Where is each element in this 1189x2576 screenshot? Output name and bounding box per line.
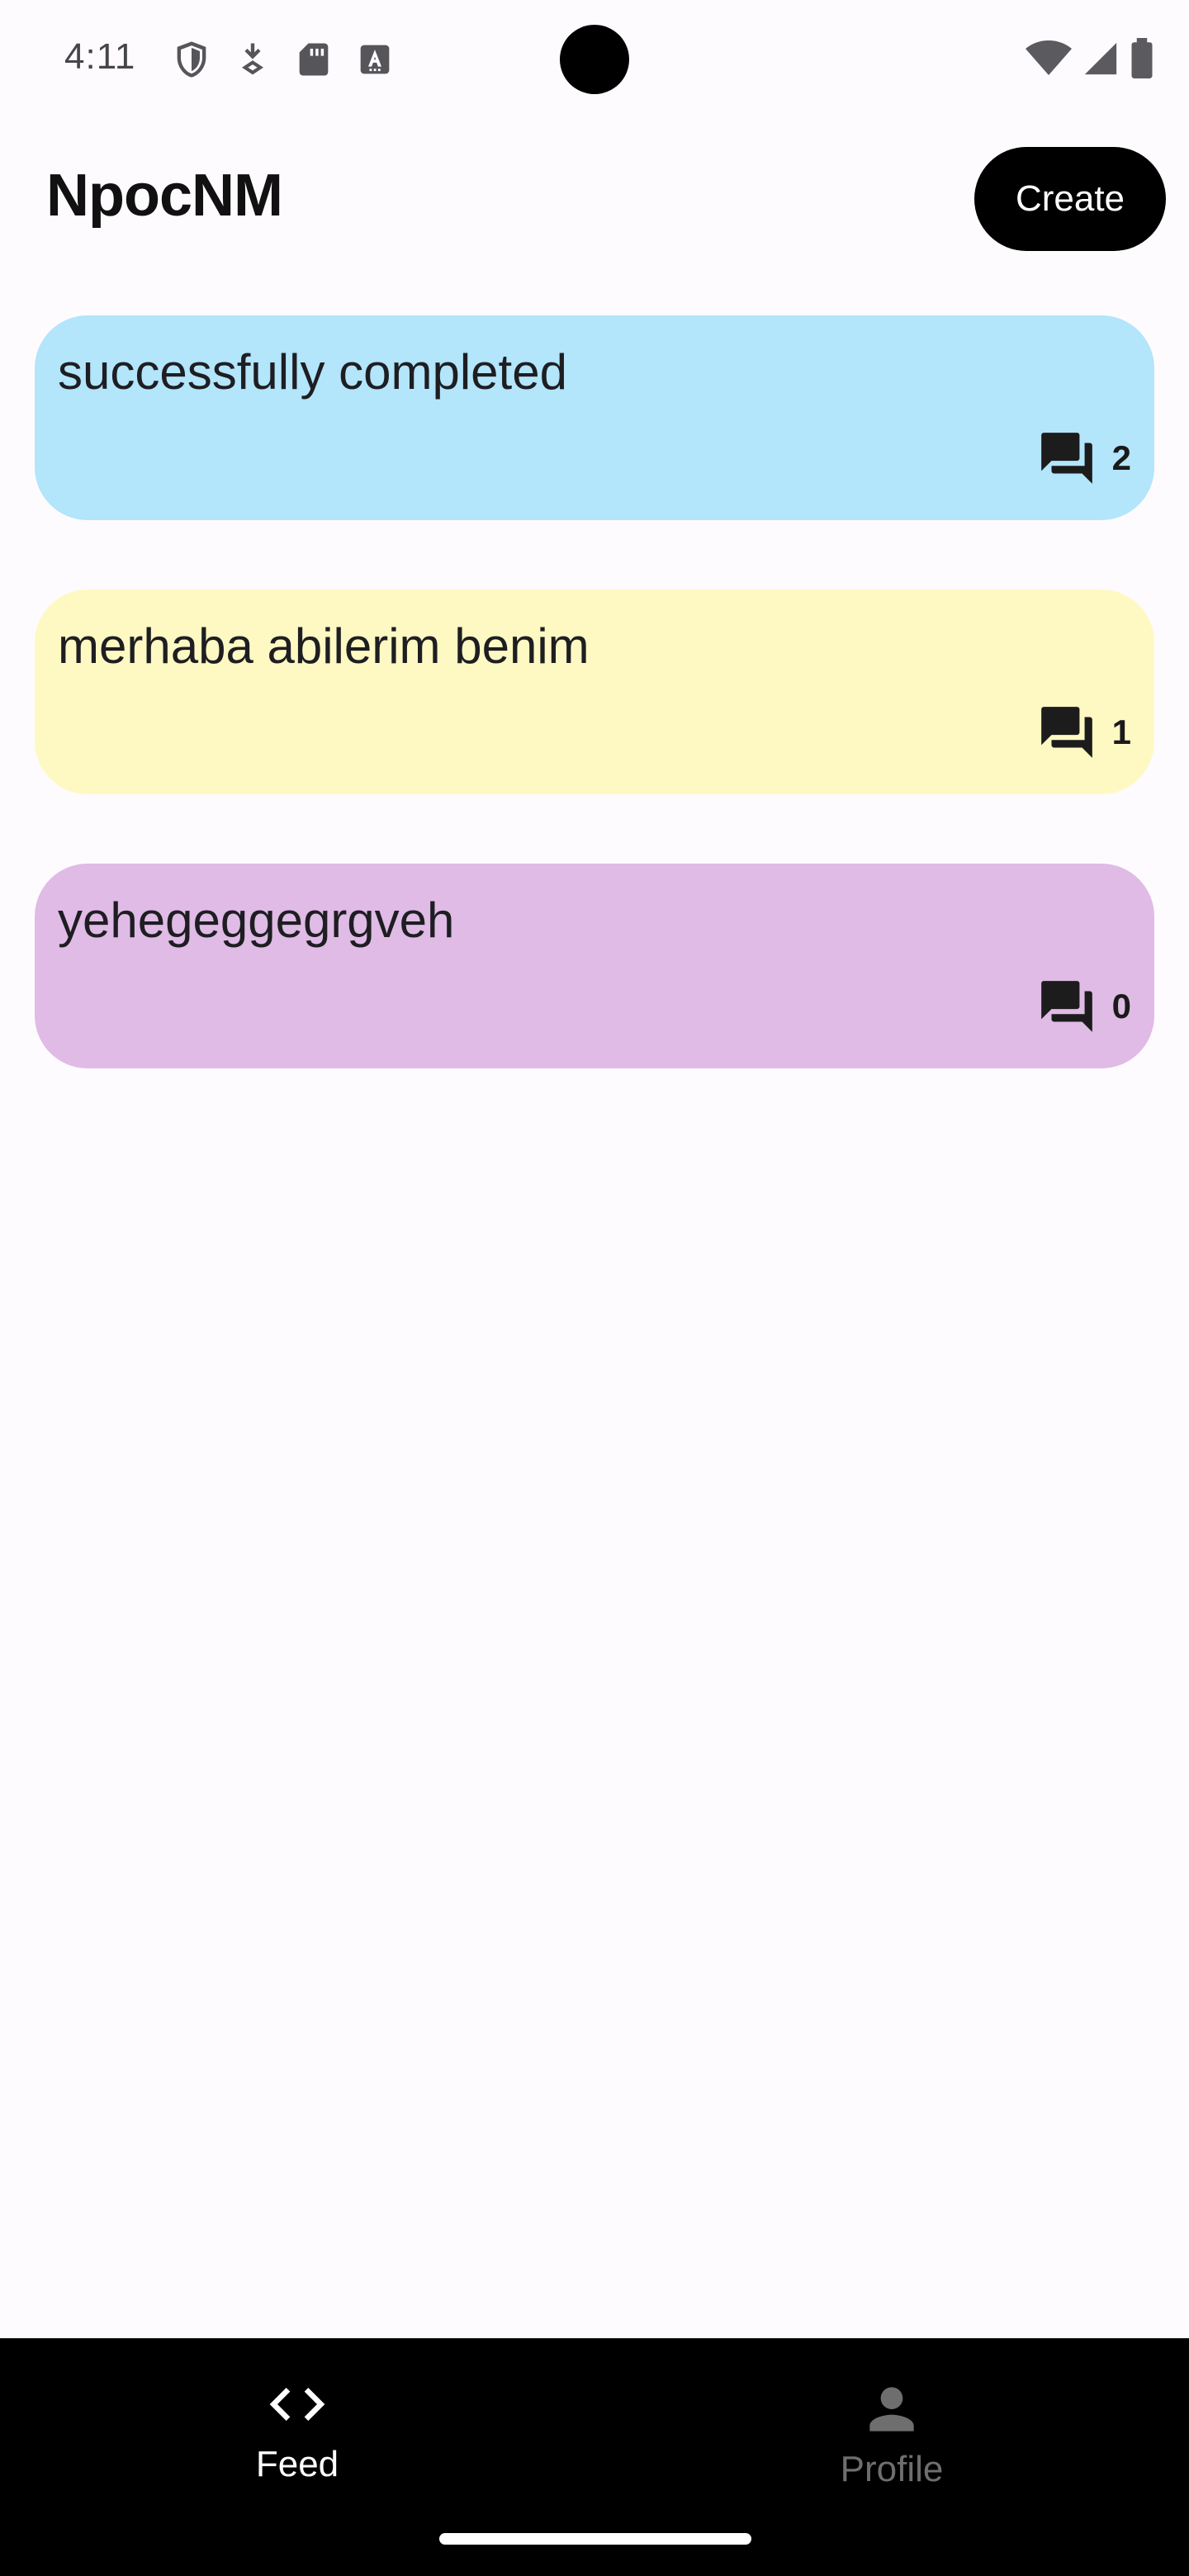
forum-icon — [1036, 428, 1097, 489]
person-icon — [859, 2376, 925, 2442]
screen: 4:11 NpocNM Create successfully complete… — [0, 0, 1189, 2576]
create-button[interactable]: Create — [974, 147, 1166, 251]
feed-list: successfully completed 2 merhaba abileri… — [35, 315, 1154, 1138]
sd-card-icon — [292, 38, 335, 81]
wifi-icon — [1026, 39, 1072, 78]
comment-count: 1 — [1111, 713, 1131, 751]
nav-label-feed: Feed — [255, 2444, 339, 2484]
status-time: 4:11 — [64, 36, 136, 77]
font-icon — [353, 38, 396, 81]
post-text: yehegeggegrgveh — [58, 893, 455, 948]
post-card[interactable]: successfully completed 2 — [35, 315, 1154, 520]
post-text: successfully completed — [58, 344, 567, 400]
signal-icon — [1082, 40, 1120, 78]
battery-icon — [1130, 38, 1154, 79]
comment-count: 2 — [1111, 438, 1131, 477]
nav-label-profile: Profile — [840, 2449, 944, 2489]
post-text: merhaba abilerim benim — [58, 618, 590, 674]
nav-item-profile[interactable]: Profile — [594, 2376, 1189, 2490]
status-icons-left — [170, 38, 396, 81]
post-card[interactable]: yehegeggegrgveh 0 — [35, 864, 1154, 1068]
post-comments: 0 — [1036, 976, 1131, 1037]
shield-icon — [170, 38, 213, 81]
code-icon — [264, 2371, 330, 2437]
status-bar: 4:11 — [0, 0, 1189, 119]
app-title: NpocNM — [46, 163, 283, 229]
forum-icon — [1036, 976, 1097, 1037]
forum-icon — [1036, 702, 1097, 763]
post-card[interactable]: merhaba abilerim benim 1 — [35, 590, 1154, 794]
post-comments: 1 — [1036, 702, 1131, 763]
status-icons-right — [1026, 38, 1154, 79]
home-indicator[interactable] — [439, 2533, 751, 2545]
nav-item-feed[interactable]: Feed — [0, 2371, 594, 2485]
comment-count: 0 — [1111, 987, 1131, 1025]
download-security-icon — [231, 38, 274, 81]
camera-cutout — [560, 25, 629, 94]
post-comments: 2 — [1036, 428, 1131, 489]
